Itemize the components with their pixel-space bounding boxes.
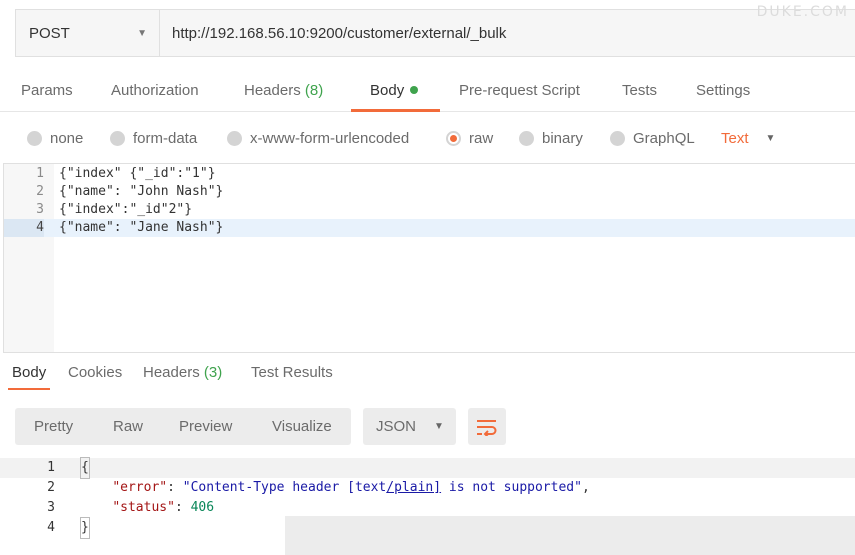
caret-down-icon: ▼ <box>137 27 147 39</box>
headers-count: (3) <box>203 364 223 381</box>
line-number: 3 <box>47 500 55 515</box>
radio-form-data[interactable]: form-data <box>110 130 197 147</box>
json-string-link: /plain] <box>386 480 442 495</box>
radio-x-www-form-urlencoded[interactable]: x-www-form-urlencoded <box>227 130 409 147</box>
caret-down-icon: ▼ <box>765 133 776 144</box>
line-code: "error": "Content-Type header [text/plai… <box>112 480 590 495</box>
tab-params[interactable]: Params <box>21 72 73 112</box>
tab-headers[interactable]: Headers (8) <box>244 72 323 112</box>
response-tab-cookies[interactable]: Cookies <box>68 360 122 390</box>
line-number: 4 <box>47 520 55 535</box>
response-format-select[interactable]: JSON ▼ <box>363 408 456 445</box>
tab-label: Tests <box>622 82 658 99</box>
radio-label: none <box>50 130 84 147</box>
response-tab-headers[interactable]: Headers (3) <box>143 360 222 390</box>
line-number: 2 <box>47 480 55 495</box>
response-view-modes: Pretty Raw Preview Visualize <box>15 408 351 445</box>
radio-circle-icon <box>519 131 534 146</box>
line-code: { <box>80 457 90 479</box>
response-tabs: Body Cookies Headers (3) Test Results <box>0 360 855 390</box>
line-code: } <box>80 517 90 539</box>
line-code: {"name": "John Nash"} <box>59 184 224 199</box>
tab-label: Body <box>12 364 47 381</box>
response-line: 3 "status": 406 <box>0 498 855 518</box>
headers-count: (8) <box>304 82 324 99</box>
tab-label: Test Results <box>251 364 333 381</box>
tab-settings[interactable]: Settings <box>696 72 750 112</box>
tab-label: Params <box>21 82 73 99</box>
response-format-label: JSON <box>376 418 417 435</box>
radio-circle-icon <box>110 131 125 146</box>
view-preview-button[interactable]: Preview <box>179 408 232 445</box>
tab-label: Pre-request Script <box>459 82 580 99</box>
radio-none[interactable]: none <box>27 130 83 147</box>
line-code: {"name": "Jane Nash"} <box>59 220 224 235</box>
line-number: 1 <box>47 460 55 475</box>
body-indicator-dot <box>410 86 419 94</box>
editor-line: 2 {"name": "John Nash"} <box>4 183 855 201</box>
tab-label: Settings <box>696 82 751 99</box>
editor-line-current: 4 {"name": "Jane Nash"} <box>4 219 855 237</box>
tab-label: Headers <box>143 364 200 381</box>
tab-tests[interactable]: Tests <box>622 72 657 112</box>
view-pretty-button[interactable]: Pretty <box>34 408 73 445</box>
json-key: "status" <box>112 500 175 515</box>
method-label: POST <box>29 24 70 42</box>
radio-circle-icon <box>227 131 242 146</box>
radio-selected-icon <box>446 131 461 146</box>
line-code: {"index":"_id"2"} <box>59 202 193 217</box>
line-number: 2 <box>36 184 44 199</box>
tab-authorization[interactable]: Authorization <box>111 72 199 112</box>
radio-circle-icon <box>610 131 625 146</box>
radio-label: GraphQL <box>633 130 695 147</box>
raw-format-label: Text <box>721 130 749 147</box>
line-number: 4 <box>4 219 44 237</box>
json-string: "Content-Type header [text <box>182 480 387 495</box>
editor-line: 3 {"index":"_id"2"} <box>4 201 855 219</box>
open-brace: { <box>80 457 90 479</box>
json-string: is not supported" <box>441 480 582 495</box>
wrap-lines-button[interactable] <box>468 408 506 445</box>
tab-label: Authorization <box>111 82 199 99</box>
request-url-bar: POST ▼ http://192.168.56.10:9200/custome… <box>15 9 855 57</box>
radio-label: raw <box>469 130 494 147</box>
view-visualize-button[interactable]: Visualize <box>272 408 332 445</box>
line-code: "status": 406 <box>112 500 215 515</box>
editor-line: 1 {"index" {"_id":"1"} <box>4 165 855 183</box>
url-text: http://192.168.56.10:9200/customer/exter… <box>172 24 507 42</box>
method-select[interactable]: POST ▼ <box>16 10 160 56</box>
raw-format-select[interactable]: Text ▼ <box>721 130 775 147</box>
response-tab-test-results[interactable]: Test Results <box>251 360 333 390</box>
line-number: 1 <box>36 166 44 181</box>
tab-label: Body <box>370 82 405 99</box>
radio-label: binary <box>542 130 583 147</box>
response-line: 4 } <box>0 517 855 539</box>
url-input[interactable]: http://192.168.56.10:9200/customer/exter… <box>160 10 855 56</box>
close-brace: } <box>80 517 90 539</box>
radio-graphql[interactable]: GraphQL <box>610 130 695 147</box>
radio-label: x-www-form-urlencoded <box>250 130 410 147</box>
tab-body[interactable]: Body <box>351 72 440 112</box>
line-number: 3 <box>36 202 44 217</box>
tab-label: Cookies <box>68 364 123 381</box>
radio-binary[interactable]: binary <box>519 130 583 147</box>
response-tab-body[interactable]: Body <box>8 360 51 390</box>
response-line: 2 "error": "Content-Type header [text/pl… <box>0 478 855 498</box>
tab-label: Headers <box>244 82 301 99</box>
body-type-options: none form-data x-www-form-urlencoded raw… <box>0 124 855 154</box>
json-key: "error" <box>112 480 168 495</box>
radio-label: form-data <box>133 130 198 147</box>
response-line: 1 { <box>0 457 855 479</box>
request-tabs: Params Authorization Headers (8) Body Pr… <box>0 72 855 112</box>
tab-pre-request-script[interactable]: Pre-request Script <box>459 72 580 112</box>
radio-raw[interactable]: raw <box>446 130 493 147</box>
json-number: 406 <box>190 500 215 515</box>
watermark: DUKE.COM <box>756 4 849 20</box>
view-raw-button[interactable]: Raw <box>113 408 143 445</box>
line-code: {"index" {"_id":"1"} <box>59 166 216 181</box>
request-body-editor[interactable]: 1 {"index" {"_id":"1"} 2 {"name": "John Na… <box>3 163 855 353</box>
caret-down-icon: ▼ <box>434 421 444 432</box>
wrap-lines-icon <box>477 419 497 436</box>
radio-circle-icon <box>27 131 42 146</box>
